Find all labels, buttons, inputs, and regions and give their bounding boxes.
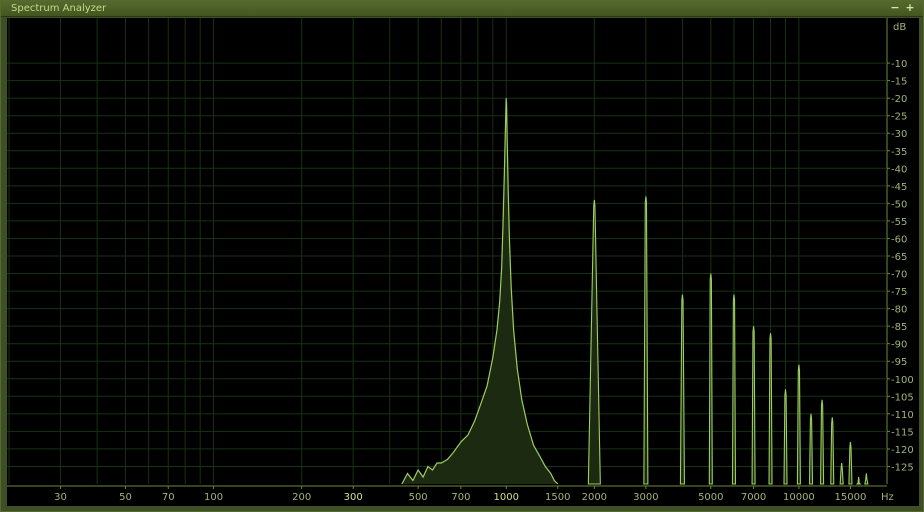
y-tick-label: -70 [891, 270, 907, 281]
x-tick-label: 500 [409, 492, 428, 503]
harmonic-peak [643, 196, 649, 485]
y-tick-label: -125 [891, 462, 914, 473]
y-tick-label: -75 [891, 287, 907, 298]
y-tick-label: -10 [891, 59, 907, 70]
harmonic-peak [751, 326, 756, 485]
harmonic-peak [864, 473, 869, 485]
y-tick-label: -100 [891, 375, 914, 386]
x-tick-label: 70 [162, 492, 175, 503]
y-tick-label: -30 [891, 129, 907, 140]
x-tick-label: 100 [204, 492, 223, 503]
x-tick-label: 1500 [545, 492, 570, 503]
x-tick-label: 10000 [783, 492, 815, 503]
x-tick-label: 700 [451, 492, 470, 503]
harmonic-peak [679, 294, 685, 485]
spectrum-chart[interactable]: dB -10 -15 -20 -25 -30 -35 -40 -45 -50 -55 -60 -65 -7… [7, 18, 919, 506]
y-tick-label: -45 [891, 182, 907, 193]
x-tick-label: 30 [54, 492, 67, 503]
x-tick-label: 300 [344, 492, 363, 503]
y-tick-label: -50 [891, 199, 907, 210]
x-tick-label: 7000 [741, 492, 766, 503]
x-tick-label: 1000 [494, 492, 519, 503]
x-tick-label: 2000 [582, 492, 607, 503]
harmonic-peak [587, 199, 601, 485]
y-tick-label: -20 [891, 94, 907, 105]
y-tick-label: -60 [891, 234, 907, 245]
harmonic-peak [820, 399, 825, 485]
y-tick-label: -90 [891, 340, 907, 351]
y-tick-label: -40 [891, 164, 907, 175]
spectrum-analyzer-window: Spectrum Analyzer − + dB -10 -15 -20 -25 -30 -… [0, 0, 924, 512]
harmonic-peak [783, 389, 788, 485]
x-tick-label: 5000 [698, 492, 723, 503]
harmonic-peak [768, 333, 773, 485]
x-tick-label: 15000 [835, 492, 867, 503]
x-tick-label: 50 [119, 492, 132, 503]
harmonic-peak [830, 417, 835, 485]
harmonic-peak [708, 273, 713, 485]
grid-layer [7, 18, 890, 489]
y-tick-label: -115 [891, 427, 914, 438]
y-tick-label: -35 [891, 147, 907, 158]
x-tick-label: 200 [292, 492, 311, 503]
maximize-icon[interactable]: + [904, 1, 916, 15]
y-tick-label: -25 [891, 112, 907, 123]
harmonic-peak [855, 476, 862, 485]
window-title: Spectrum Analyzer [11, 3, 107, 14]
y-tick-label: -65 [891, 252, 907, 263]
y-tick-label: -85 [891, 322, 907, 333]
spectrum-plot[interactable]: dB -10 -15 -20 -25 -30 -35 -40 -45 -50 -55 -60 -65 -7… [7, 18, 919, 506]
harmonic-peak [848, 441, 853, 485]
x-unit-label: Hz [881, 492, 894, 503]
y-tick-label: -55 [891, 217, 907, 228]
y-tick-label: -110 [891, 410, 914, 421]
x-tick-label: 3000 [633, 492, 658, 503]
y-tick-label: -80 [891, 305, 907, 316]
harmonic-peak [731, 294, 737, 485]
harmonic-peak [808, 413, 814, 485]
harmonic-peak [796, 364, 801, 485]
title-bar[interactable]: Spectrum Analyzer − + [1, 1, 923, 17]
y-tick-label: -15 [891, 77, 907, 88]
minimize-icon[interactable]: − [889, 1, 901, 15]
y-tick-label: -95 [891, 357, 907, 368]
y-tick-label: -120 [891, 445, 914, 456]
y-unit-label: dB [893, 22, 906, 33]
y-tick-label: -105 [891, 392, 914, 403]
